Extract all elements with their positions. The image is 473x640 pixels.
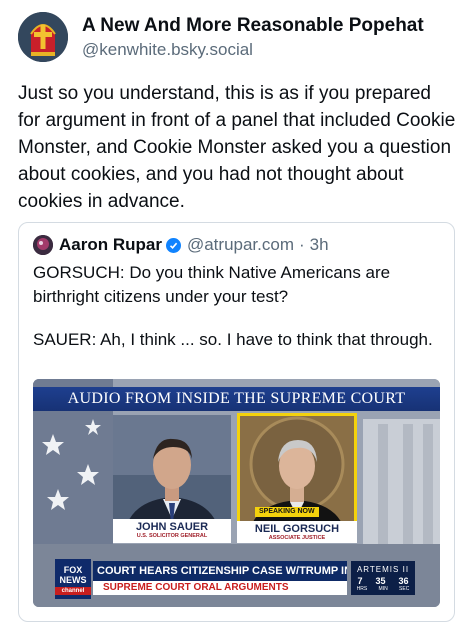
speaking-now-badge: SPEAKING NOW [255, 507, 319, 517]
quoted-post-header: Aaron Rupar @atrupar.com · 3h [33, 235, 329, 255]
countdown-label: ARTEMIS II [356, 565, 410, 574]
unit-hrs: HRS [356, 586, 368, 592]
quoted-post-text: GORSUCH: Do you think Native Americans a… [33, 261, 443, 352]
banner-text: AUDIO FROM INSIDE THE SUPREME COURT [67, 390, 406, 407]
author-display-name[interactable]: A New And More Reasonable Popehat [82, 14, 424, 38]
dot-separator: · [299, 235, 305, 254]
quoted-avatar-image-icon [33, 235, 53, 255]
unit-min: MIN [378, 586, 388, 592]
countdown-box: ARTEMIS II 7 35 36 HRS MIN SEC [351, 561, 415, 595]
post-text: Just so you understand, this is as if yo… [18, 83, 456, 212]
network-logo-text: FOX NEWS [59, 565, 87, 585]
chyron-subhead: SUPREME COURT ORAL ARGUMENTS [93, 581, 347, 595]
video-banner: AUDIO FROM INSIDE THE SUPREME COURT [33, 387, 440, 411]
video-thumbnail[interactable]: AUDIO FROM INSIDE THE SUPREME COURT JOHN… [33, 379, 440, 607]
quoted-display-name[interactable]: Aaron Rupar [59, 235, 162, 255]
avatar[interactable] [18, 12, 68, 62]
quoted-avatar[interactable] [33, 235, 53, 255]
quoted-text-line-sauer: SAUER: Ah, I think ... so. I have to thi… [33, 330, 433, 349]
quoted-handle[interactable]: @atrupar.com [187, 235, 294, 255]
left-name: JOHN SAUER [135, 521, 209, 533]
author-handle[interactable]: @kenwhite.bsky.social [82, 39, 424, 61]
network-logo: FOX NEWS channel [55, 559, 91, 599]
right-name: NEIL GORSUCH [254, 523, 340, 535]
countdown-min: 35 [375, 576, 386, 586]
quoted-timestamp[interactable]: 3h [310, 235, 329, 255]
verified-check-icon [165, 237, 181, 253]
countdown-values: 7 35 36 [351, 576, 415, 586]
quoted-post[interactable]: Aaron Rupar @atrupar.com · 3h GORSUCH: D… [18, 222, 455, 622]
post-header: A New And More Reasonable Popehat @kenwh… [18, 12, 424, 62]
right-title: ASSOCIATE JUSTICE [268, 535, 326, 541]
countdown-sec: 36 [398, 576, 409, 586]
sauer-nameplate: JOHN SAUER U.S. SOLICITOR GENERAL [113, 519, 231, 543]
avatar-mitre-icon [18, 12, 68, 62]
unit-sec: SEC [399, 586, 410, 592]
news-chyron: FOX NEWS channel COURT HEARS CITIZENSHIP… [33, 559, 440, 599]
chyron-headline: COURT HEARS CITIZENSHIP CASE W/TRUMP IN … [93, 561, 347, 581]
countdown-hrs: 7 [357, 576, 363, 586]
countdown-units: HRS MIN SEC [351, 586, 415, 592]
gorsuch-nameplate: NEIL GORSUCH ASSOCIATE JUSTICE [237, 521, 357, 543]
author-names: A New And More Reasonable Popehat @kenwh… [82, 14, 424, 61]
quoted-text-line-gorsuch: GORSUCH: Do you think Native Americans a… [33, 263, 391, 306]
network-sub-text: channel [55, 587, 91, 595]
post-card: A New And More Reasonable Popehat @kenwh… [0, 0, 473, 640]
left-title: U.S. SOLICITOR GENERAL [136, 533, 208, 539]
